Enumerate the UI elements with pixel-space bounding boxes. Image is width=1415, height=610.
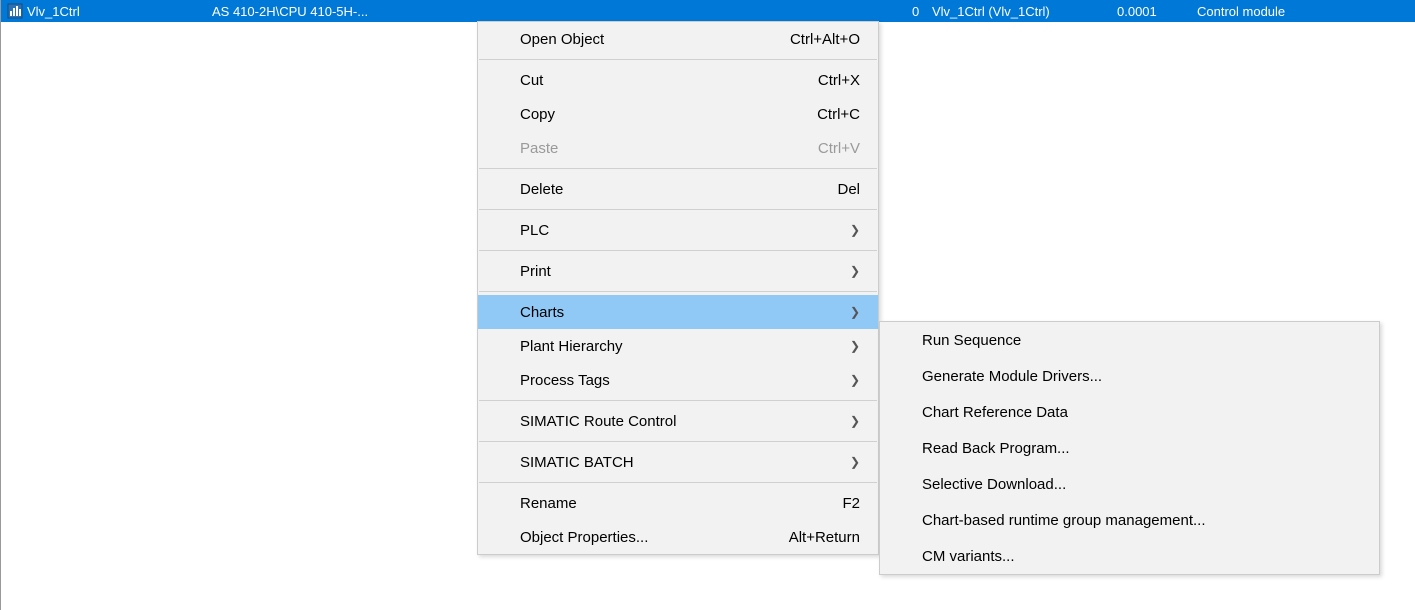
menu-print[interactable]: Print ❯ <box>478 254 878 288</box>
submenu-run-sequence[interactable]: Run Sequence <box>880 322 1379 358</box>
menu-label: SIMATIC Route Control <box>520 413 850 430</box>
menu-label: Chart Reference Data <box>922 404 1361 421</box>
chevron-right-icon: ❯ <box>850 223 860 237</box>
chevron-right-icon: ❯ <box>850 264 860 278</box>
submenu-selective-download[interactable]: Selective Download... <box>880 466 1379 502</box>
menu-label: Copy <box>520 106 817 123</box>
row-type: Control module <box>1197 4 1415 19</box>
chevron-right-icon: ❯ <box>850 373 860 387</box>
chevron-right-icon: ❯ <box>850 455 860 469</box>
submenu-read-back[interactable]: Read Back Program... <box>880 430 1379 466</box>
menu-plc[interactable]: PLC ❯ <box>478 213 878 247</box>
menu-shortcut: Ctrl+V <box>818 140 860 157</box>
menu-paste: Paste Ctrl+V <box>478 131 878 165</box>
menu-shortcut: Alt+Return <box>789 529 860 546</box>
submenu-cm-variants[interactable]: CM variants... <box>880 538 1379 574</box>
row-path: AS 410-2H\CPU 410-5H-... <box>212 4 912 19</box>
menu-label: Process Tags <box>520 372 850 389</box>
menu-shortcut: F2 <box>842 495 860 512</box>
menu-label: Chart-based runtime group management... <box>922 512 1361 529</box>
menu-label: Generate Module Drivers... <box>922 368 1361 385</box>
menu-label: Charts <box>520 304 850 321</box>
selected-row[interactable]: Vlv_1Ctrl AS 410-2H\CPU 410-5H-... 0 Vlv… <box>1 0 1415 22</box>
menu-plant-hierarchy[interactable]: Plant Hierarchy ❯ <box>478 329 878 363</box>
menu-process-tags[interactable]: Process Tags ❯ <box>478 363 878 397</box>
menu-separator <box>479 441 877 442</box>
submenu-generate-drivers[interactable]: Generate Module Drivers... <box>880 358 1379 394</box>
menu-separator <box>479 59 877 60</box>
menu-label: CM variants... <box>922 548 1361 565</box>
menu-label: Selective Download... <box>922 476 1361 493</box>
menu-batch[interactable]: SIMATIC BATCH ❯ <box>478 445 878 479</box>
menu-copy[interactable]: Copy Ctrl+C <box>478 97 878 131</box>
menu-shortcut: Del <box>837 181 860 198</box>
menu-label: Object Properties... <box>520 529 789 546</box>
menu-label: PLC <box>520 222 850 239</box>
menu-separator <box>479 209 877 210</box>
menu-label: Print <box>520 263 850 280</box>
chevron-right-icon: ❯ <box>850 305 860 319</box>
menu-separator <box>479 250 877 251</box>
menu-shortcut: Ctrl+C <box>817 106 860 123</box>
menu-label: SIMATIC BATCH <box>520 454 850 471</box>
menu-label: Paste <box>520 140 818 157</box>
menu-object-properties[interactable]: Object Properties... Alt+Return <box>478 520 878 554</box>
menu-open-object[interactable]: Open Object Ctrl+Alt+O <box>478 22 878 56</box>
menu-shortcut: Ctrl+Alt+O <box>790 31 860 48</box>
chart-icon <box>7 3 23 19</box>
row-zero: 0 <box>912 4 932 19</box>
menu-route-control[interactable]: SIMATIC Route Control ❯ <box>478 404 878 438</box>
menu-rename[interactable]: Rename F2 <box>478 486 878 520</box>
chevron-right-icon: ❯ <box>850 414 860 428</box>
chevron-right-icon: ❯ <box>850 339 860 353</box>
row-alias: Vlv_1Ctrl (Vlv_1Ctrl) <box>932 4 1117 19</box>
menu-separator <box>479 482 877 483</box>
menu-label: Delete <box>520 181 837 198</box>
menu-label: Run Sequence <box>922 332 1361 349</box>
menu-label: Cut <box>520 72 818 89</box>
menu-label: Plant Hierarchy <box>520 338 850 355</box>
menu-label: Rename <box>520 495 842 512</box>
context-menu: Open Object Ctrl+Alt+O Cut Ctrl+X Copy C… <box>477 21 879 555</box>
menu-separator <box>479 400 877 401</box>
menu-cut[interactable]: Cut Ctrl+X <box>478 63 878 97</box>
menu-delete[interactable]: Delete Del <box>478 172 878 206</box>
menu-separator <box>479 291 877 292</box>
submenu-chart-reference[interactable]: Chart Reference Data <box>880 394 1379 430</box>
menu-separator <box>479 168 877 169</box>
row-num: 0.0001 <box>1117 4 1197 19</box>
menu-label: Open Object <box>520 31 790 48</box>
menu-label: Read Back Program... <box>922 440 1361 457</box>
menu-shortcut: Ctrl+X <box>818 72 860 89</box>
row-name: Vlv_1Ctrl <box>27 4 212 19</box>
charts-submenu: Run Sequence Generate Module Drivers... … <box>879 321 1380 575</box>
submenu-runtime-group[interactable]: Chart-based runtime group management... <box>880 502 1379 538</box>
menu-charts[interactable]: Charts ❯ <box>478 295 878 329</box>
